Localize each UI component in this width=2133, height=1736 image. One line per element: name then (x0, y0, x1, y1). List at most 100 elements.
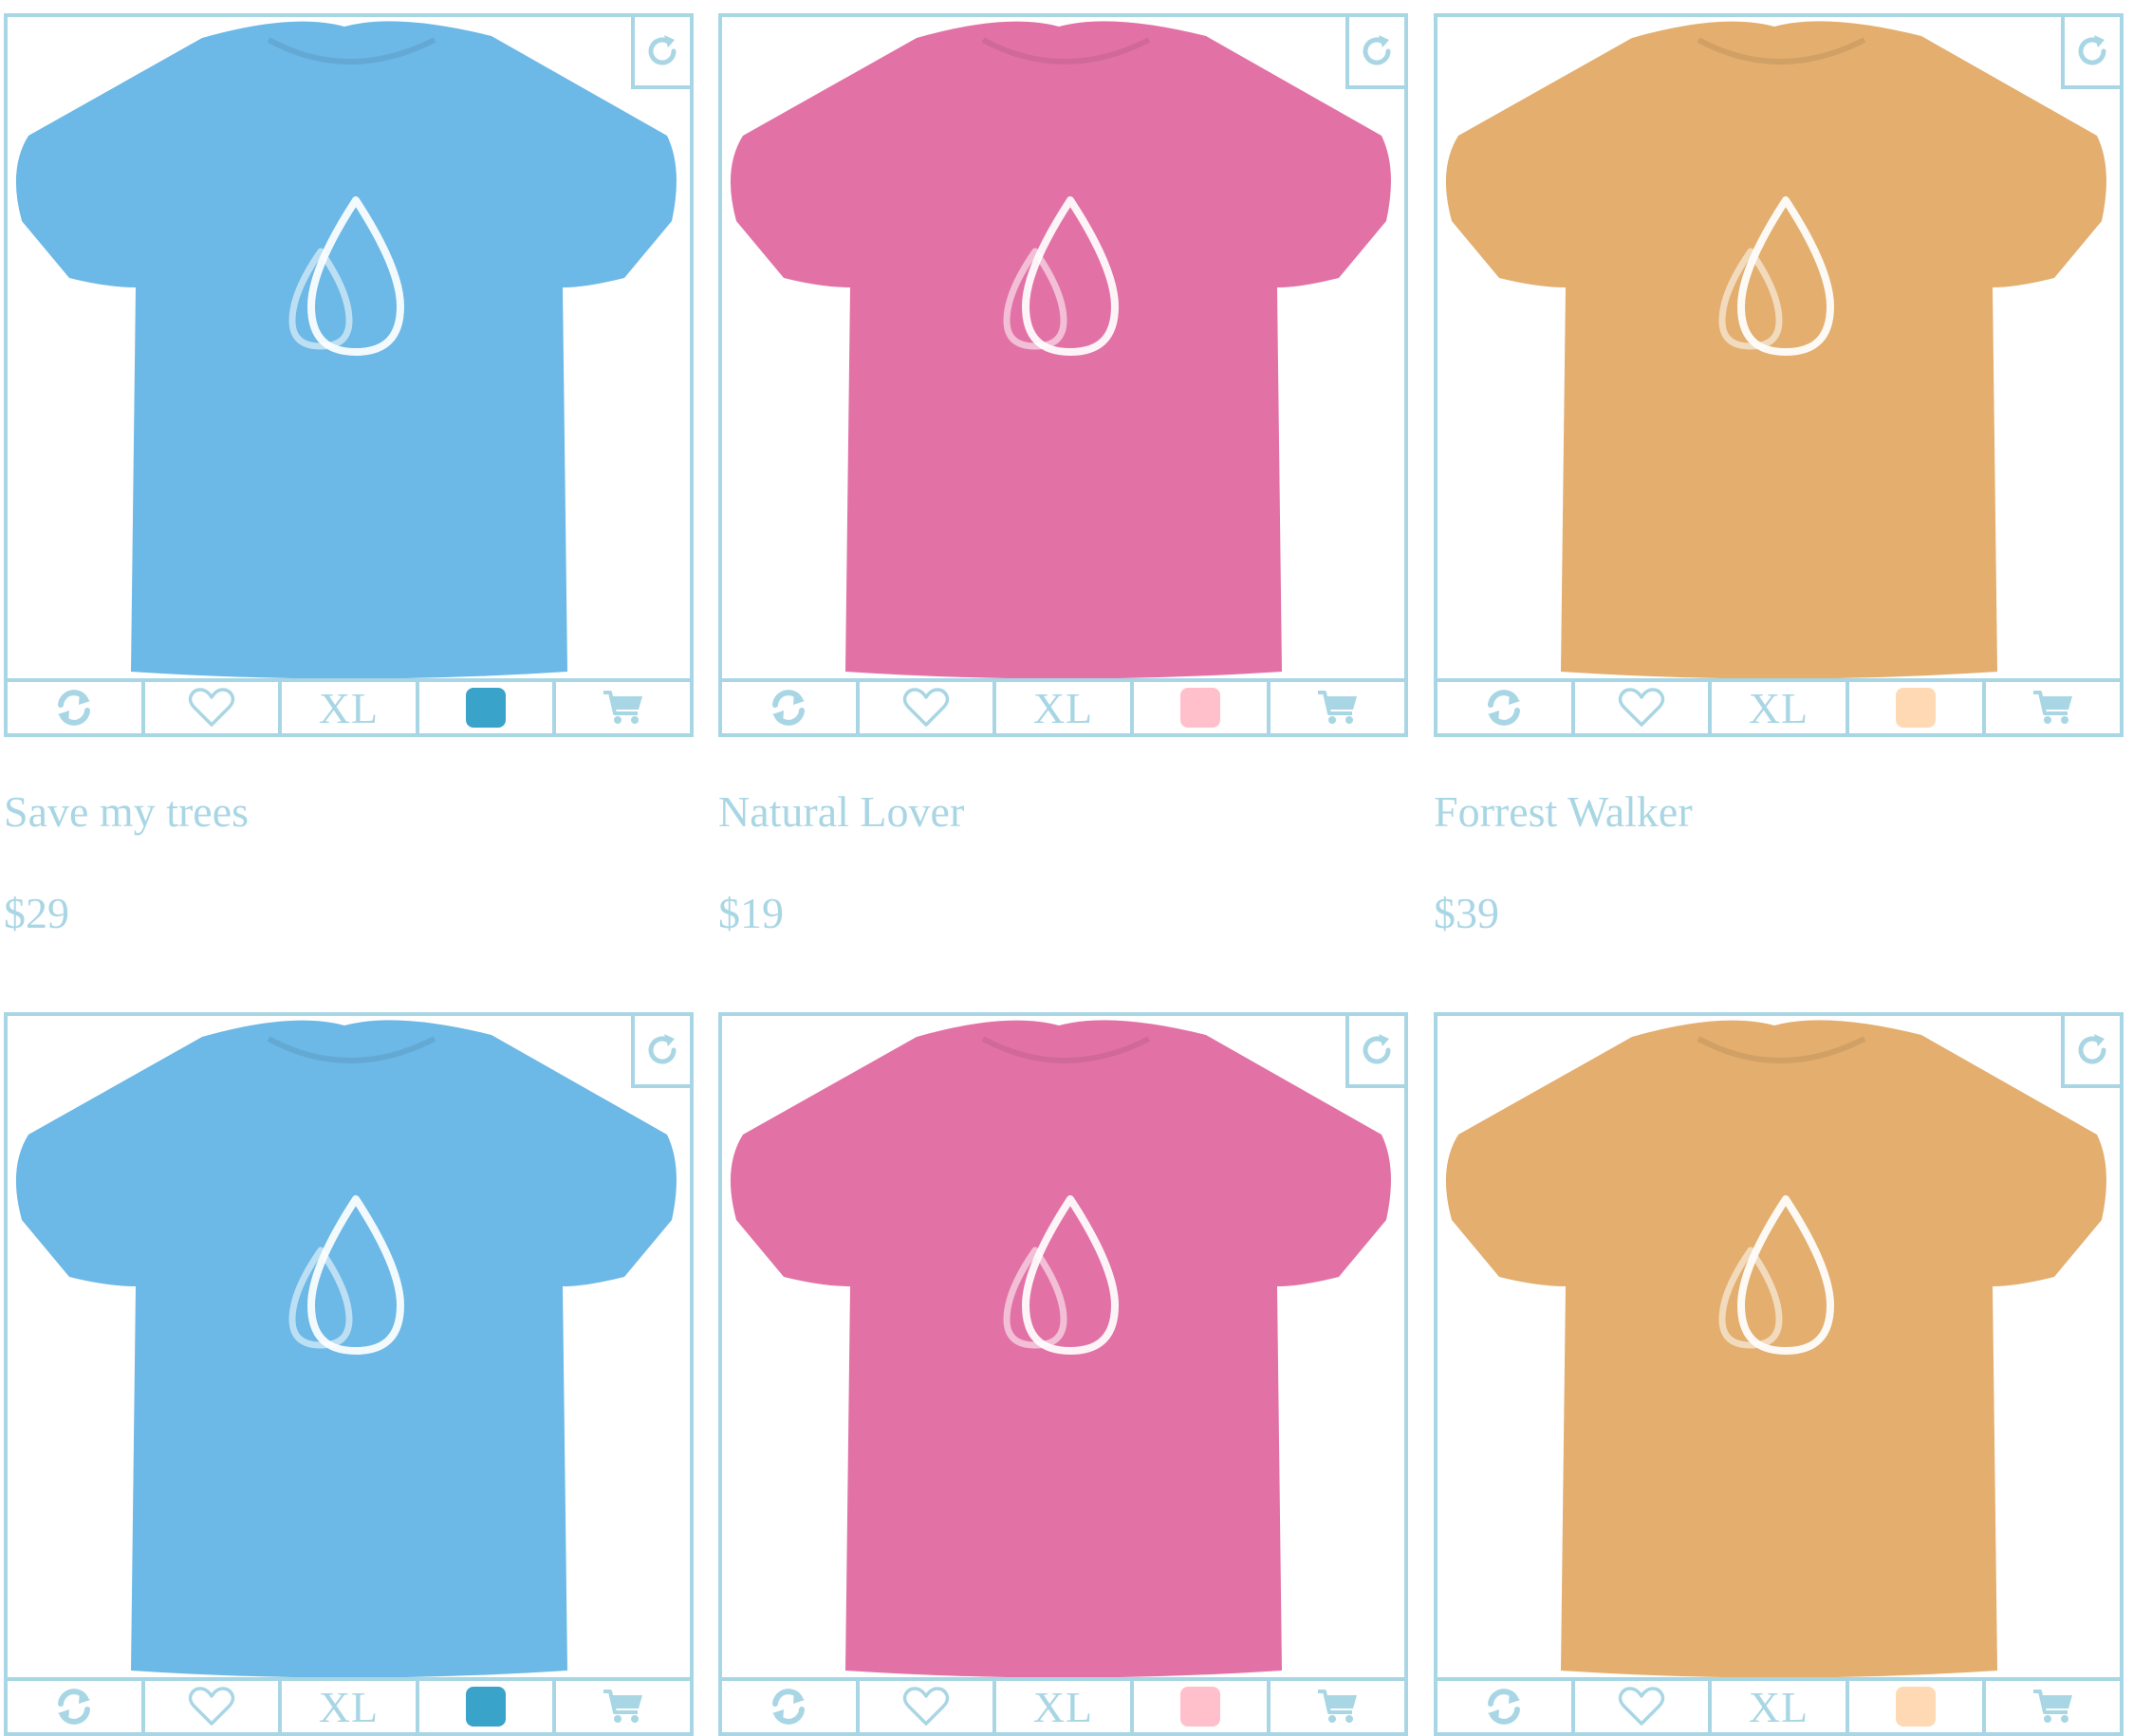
product-image[interactable] (8, 17, 690, 678)
product-title[interactable]: Forrest Walker (1434, 786, 1693, 837)
size-label: XL (1032, 1682, 1094, 1731)
cart-icon (1317, 1690, 1357, 1723)
product-card: XL (1434, 1012, 2124, 1736)
favorite-button[interactable] (860, 1681, 997, 1732)
product-toolbar: XL (8, 1677, 690, 1732)
product-card: XL Natural Lover $19 (718, 13, 1408, 937)
product-image[interactable] (1437, 17, 2120, 678)
refresh-icon (58, 690, 91, 726)
color-swatch (1896, 688, 1937, 728)
product-image[interactable] (722, 1016, 1404, 1677)
rotate-view-button[interactable] (2061, 17, 2120, 89)
product-image[interactable] (8, 1016, 690, 1677)
product-card: XL Save my trees $29 (4, 13, 694, 937)
swap-button[interactable] (8, 682, 145, 733)
size-selector[interactable]: XL (282, 1681, 419, 1732)
size-label: XL (1748, 683, 1809, 732)
product-toolbar: XL (1437, 678, 2120, 733)
product-frame: XL (1434, 13, 2124, 737)
cart-icon (603, 691, 642, 724)
color-swatch (466, 688, 507, 728)
add-to-cart-button[interactable] (556, 1681, 690, 1732)
tshirt-image (730, 1020, 1391, 1677)
product-toolbar: XL (722, 678, 1404, 733)
color-swatch (1180, 1687, 1221, 1727)
swap-button[interactable] (1437, 682, 1575, 733)
product-toolbar: XL (1437, 1677, 2120, 1732)
product-toolbar: XL (722, 1677, 1404, 1732)
add-to-cart-button[interactable] (1271, 682, 1404, 733)
tshirt-image (1445, 1020, 2106, 1677)
product-frame: XL (4, 1012, 694, 1736)
heart-icon (902, 688, 950, 727)
swap-button[interactable] (722, 682, 860, 733)
rotate-view-button[interactable] (631, 1016, 690, 1088)
product-price: $39 (1434, 889, 1499, 937)
size-selector[interactable]: XL (996, 1681, 1134, 1732)
product-price: $19 (718, 889, 784, 937)
product-card: XL (4, 1012, 694, 1736)
swap-button[interactable] (722, 1681, 860, 1732)
rotate-view-button[interactable] (631, 17, 690, 89)
rotate-cw-icon (2078, 35, 2106, 65)
product-image[interactable] (1437, 1016, 2120, 1677)
heart-icon (188, 1687, 235, 1726)
heart-icon (1618, 688, 1665, 727)
cart-icon (2032, 691, 2072, 724)
product-card: XL Forrest Walker $39 (1434, 13, 2124, 937)
size-label: XL (318, 683, 380, 732)
color-selector[interactable] (1134, 682, 1271, 733)
color-selector[interactable] (1849, 682, 1987, 733)
size-selector[interactable]: XL (1712, 682, 1849, 733)
product-frame: XL (4, 13, 694, 737)
size-label: XL (318, 1682, 380, 1731)
refresh-icon (772, 690, 806, 726)
rotate-cw-icon (1363, 35, 1391, 65)
rotate-view-button[interactable] (1345, 17, 1404, 89)
product-toolbar: XL (8, 678, 690, 733)
favorite-button[interactable] (1575, 1681, 1713, 1732)
color-selector[interactable] (419, 682, 557, 733)
cart-icon (2032, 1690, 2072, 1723)
cart-icon (1317, 691, 1357, 724)
add-to-cart-button[interactable] (1986, 1681, 2120, 1732)
product-title[interactable]: Natural Lover (718, 786, 964, 837)
swap-button[interactable] (1437, 1681, 1575, 1732)
swap-button[interactable] (8, 1681, 145, 1732)
favorite-button[interactable] (145, 682, 283, 733)
rotate-cw-icon (2078, 1034, 2106, 1064)
add-to-cart-button[interactable] (556, 682, 690, 733)
heart-icon (902, 1687, 950, 1726)
add-to-cart-button[interactable] (1271, 1681, 1404, 1732)
favorite-button[interactable] (1575, 682, 1713, 733)
heart-icon (1618, 1687, 1665, 1726)
size-label: XL (1748, 1682, 1809, 1731)
color-selector[interactable] (1134, 1681, 1271, 1732)
product-card: XL (718, 1012, 1408, 1736)
product-frame: XL (718, 1012, 1408, 1736)
rotate-cw-icon (1363, 1034, 1391, 1064)
size-selector[interactable]: XL (282, 682, 419, 733)
product-frame: XL (1434, 1012, 2124, 1736)
tshirt-image (1445, 21, 2106, 678)
add-to-cart-button[interactable] (1986, 682, 2120, 733)
product-title[interactable]: Save my trees (4, 786, 249, 837)
favorite-button[interactable] (860, 682, 997, 733)
refresh-icon (58, 1689, 91, 1725)
rotate-view-button[interactable] (1345, 1016, 1404, 1088)
color-selector[interactable] (419, 1681, 557, 1732)
color-swatch (1180, 688, 1221, 728)
color-swatch (1896, 1687, 1937, 1727)
favorite-button[interactable] (145, 1681, 283, 1732)
size-selector[interactable]: XL (1712, 1681, 1849, 1732)
rotate-view-button[interactable] (2061, 1016, 2120, 1088)
size-label: XL (1032, 683, 1094, 732)
refresh-icon (1488, 1689, 1521, 1725)
tshirt-image (730, 21, 1391, 678)
product-price: $29 (4, 889, 69, 937)
heart-icon (188, 688, 235, 727)
tshirt-image (15, 21, 677, 678)
color-selector[interactable] (1849, 1681, 1987, 1732)
size-selector[interactable]: XL (996, 682, 1134, 733)
product-image[interactable] (722, 17, 1404, 678)
